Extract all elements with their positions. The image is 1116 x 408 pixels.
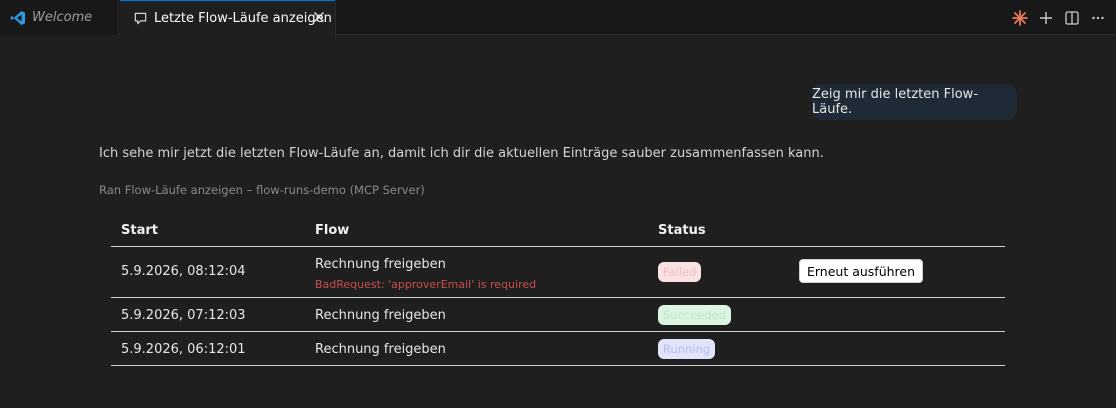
- status-badge-running: Running: [658, 339, 716, 359]
- tab-chat-flow-runs[interactable]: Letzte Flow-Läufe anzeigen: [120, 0, 336, 36]
- column-header-flow: Flow: [315, 223, 350, 238]
- run-start-time: 5.9.2026, 06:12:01: [121, 342, 246, 357]
- split-editor-icon[interactable]: [1062, 8, 1082, 28]
- status-badge-failed: Failed: [658, 262, 702, 282]
- user-message-text: Zeig mir die letzten Flow-Läufe.: [812, 87, 979, 117]
- vscode-logo-icon: [10, 10, 26, 26]
- run-error-message: BadRequest: 'approverEmail' is required: [315, 278, 537, 291]
- plus-icon[interactable]: [1036, 8, 1056, 28]
- column-header-start: Start: [121, 223, 158, 238]
- run-flow-name: Rechnung freigeben: [315, 308, 446, 323]
- table-row: 5.9.2026, 07:12:03 Rechnung freigeben Su…: [111, 298, 1005, 332]
- tab-welcome[interactable]: Welcome: [0, 0, 119, 35]
- flow-runs-table: Start Flow Status 5.9.2026, 08:12:04 Rec…: [111, 213, 1005, 366]
- run-start-time: 5.9.2026, 08:12:04: [121, 264, 246, 279]
- tab-label: Letzte Flow-Läufe anzeigen: [154, 10, 332, 26]
- editor-actions: [1010, 0, 1108, 35]
- close-icon[interactable]: [311, 9, 327, 25]
- table-header-row: Start Flow Status: [111, 213, 1005, 247]
- retry-button[interactable]: Erneut ausführen: [799, 259, 923, 283]
- more-icon[interactable]: [1088, 8, 1108, 28]
- editor-tab-bar: Welcome Letzte Flow-Läufe anzeigen: [0, 0, 1116, 36]
- user-message-bubble: Zeig mir die letzten Flow-Läufe.: [812, 84, 1017, 120]
- run-flow-name: Rechnung freigeben: [315, 342, 446, 357]
- status-badge-succeeded: Succeeded: [658, 305, 732, 325]
- table-row: 5.9.2026, 06:12:01 Rechnung freigeben Ru…: [111, 332, 1005, 366]
- tool-call-status: Ran Flow-Läufe anzeigen – flow-runs-demo…: [99, 183, 425, 197]
- run-flow-name: Rechnung freigeben: [315, 257, 446, 272]
- sparkle-icon[interactable]: [1010, 8, 1030, 28]
- run-start-time: 5.9.2026, 07:12:03: [121, 308, 246, 323]
- assistant-message: Ich sehe mir jetzt die letzten Flow-Läuf…: [99, 146, 824, 161]
- table-row: 5.9.2026, 08:12:04 Rechnung freigeben Ba…: [111, 247, 1005, 298]
- column-header-status: Status: [658, 223, 706, 238]
- chat-icon: [132, 10, 148, 26]
- tab-label: Welcome: [32, 10, 93, 25]
